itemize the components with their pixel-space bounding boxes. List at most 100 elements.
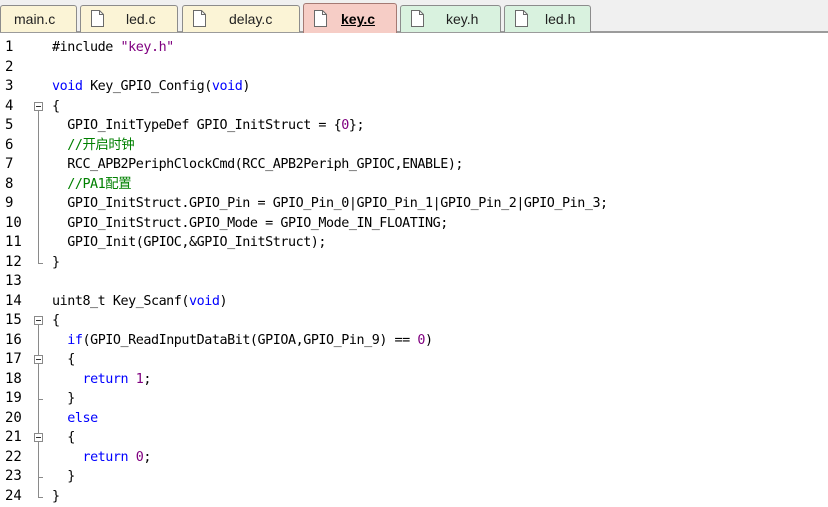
code-token: GPIO_Init(GPIOC,&GPIO_InitStruct); bbox=[52, 235, 327, 250]
tab-main-c[interactable]: main.c bbox=[0, 5, 77, 32]
line-number: 9 bbox=[5, 195, 14, 211]
fold-guide-line bbox=[38, 364, 39, 399]
code-line: //开启时钟 bbox=[52, 136, 134, 156]
line-number: 20 bbox=[5, 409, 22, 426]
code-token: RCC_APB2PeriphClockCmd(RCC_APB2Periph_GP… bbox=[52, 157, 464, 172]
code-line: } bbox=[52, 389, 75, 409]
keyword-token: void bbox=[189, 293, 220, 309]
fold-toggle-icon[interactable] bbox=[34, 355, 43, 364]
code-line: } bbox=[52, 467, 75, 487]
code-token: { bbox=[52, 430, 75, 445]
number-token: 0 bbox=[341, 118, 349, 133]
tab-label: main.c bbox=[14, 11, 56, 27]
keyword-token: return bbox=[82, 371, 129, 387]
keyword-token: void bbox=[211, 79, 243, 94]
code-token: ) bbox=[425, 332, 433, 348]
file-icon bbox=[314, 10, 327, 27]
line-number: 11 bbox=[5, 234, 22, 250]
tab-key-h[interactable]: key.h bbox=[400, 5, 501, 32]
line-number: 19 bbox=[5, 390, 22, 406]
line-number: 8 bbox=[5, 175, 14, 192]
code-token: } bbox=[52, 254, 60, 270]
code-line: GPIO_InitStruct.GPIO_Mode = GPIO_Mode_IN… bbox=[52, 214, 448, 234]
tab-label: led.c bbox=[126, 11, 156, 27]
file-icon bbox=[193, 10, 206, 27]
line-number-gutter: 1 2 3 4 5 6 7 8 9 10 11 12 13 14 15 16 17 18 19 20 21 22 23 24 bbox=[0, 38, 30, 507]
code-text-area[interactable]: #include "key.h" void Key_GPIO_Config(voi… bbox=[30, 38, 828, 507]
code-line: RCC_APB2PeriphClockCmd(RCC_APB2Periph_GP… bbox=[52, 155, 463, 175]
tab-delay-c[interactable]: delay.c bbox=[182, 5, 300, 32]
fold-end-tick bbox=[38, 496, 43, 498]
line-number: 18 bbox=[5, 370, 22, 387]
line-number: 21 bbox=[5, 429, 22, 445]
comment-token: //开启时钟 bbox=[52, 137, 135, 153]
fold-end-tick bbox=[38, 399, 43, 400]
code-line: //PA1配置 bbox=[52, 175, 131, 195]
line-number: 12 bbox=[5, 253, 22, 270]
code-token: { bbox=[52, 313, 60, 328]
tab-led-h[interactable]: led.h bbox=[504, 5, 591, 32]
file-icon bbox=[411, 10, 424, 27]
tab-label: led.h bbox=[545, 11, 576, 27]
fold-end-tick bbox=[38, 477, 43, 478]
code-line: { bbox=[52, 97, 60, 117]
line-number: 15 bbox=[5, 312, 22, 328]
code-token: GPIO_InitStruct.GPIO_Mode = GPIO_Mode_IN… bbox=[52, 215, 448, 231]
code-token: { bbox=[52, 98, 60, 114]
file-tab-bar: main.c led.c delay.c key.c key.h led.h bbox=[0, 0, 828, 33]
fold-guide-line bbox=[38, 110, 39, 263]
line-number: 1 bbox=[5, 39, 14, 55]
line-number: 14 bbox=[5, 292, 22, 309]
tab-led-c[interactable]: led.c bbox=[80, 5, 178, 32]
code-token: uint8_t Key_Scanf( bbox=[52, 293, 190, 309]
line-number: 22 bbox=[5, 448, 22, 465]
code-token: } bbox=[52, 391, 75, 406]
line-number: 24 bbox=[5, 487, 22, 504]
code-editor-window: main.c led.c delay.c key.c key.h led.h 123456… bbox=[0, 0, 828, 507]
line-number: 16 bbox=[5, 331, 22, 348]
code-line: return 0; bbox=[52, 448, 151, 468]
number-token: 0 bbox=[417, 332, 426, 348]
tab-label: delay.c bbox=[229, 11, 273, 27]
keyword-token: else bbox=[67, 410, 98, 426]
code-line: { bbox=[52, 311, 60, 331]
code-line: } bbox=[52, 487, 60, 507]
string-token: "key.h" bbox=[120, 40, 175, 55]
code-line: { bbox=[52, 428, 75, 448]
line-number: 2 bbox=[5, 58, 14, 75]
code-token: GPIO_InitStruct.GPIO_Pin = GPIO_Pin_0|GP… bbox=[52, 196, 608, 211]
code-token: }; bbox=[348, 118, 365, 133]
line-number: 17 bbox=[5, 351, 22, 367]
code-line: void Key_GPIO_Config(void) bbox=[52, 77, 250, 97]
line-number: 10 bbox=[5, 214, 22, 231]
tab-label: key.h bbox=[446, 11, 479, 27]
code-line: if(GPIO_ReadInputDataBit(GPIOA,GPIO_Pin_… bbox=[52, 331, 433, 351]
code-token: } bbox=[52, 488, 60, 504]
fold-toggle-icon[interactable] bbox=[34, 433, 43, 442]
file-icon bbox=[515, 10, 528, 27]
tab-key-c[interactable]: key.c bbox=[303, 3, 397, 33]
line-number: 23 bbox=[5, 468, 22, 484]
line-number: 13 bbox=[5, 273, 22, 289]
line-number: 4 bbox=[5, 97, 14, 114]
code-line: #include "key.h" bbox=[52, 38, 174, 58]
file-icon bbox=[91, 10, 104, 27]
tab-label: key.c bbox=[341, 11, 375, 27]
comment-token: //PA1配置 bbox=[52, 176, 132, 192]
code-line: } bbox=[52, 253, 60, 273]
fold-toggle-icon[interactable] bbox=[34, 101, 43, 111]
line-number: 3 bbox=[5, 78, 14, 94]
fold-toggle-icon[interactable] bbox=[34, 316, 43, 325]
code-token: { bbox=[52, 352, 75, 367]
code-line: else bbox=[52, 409, 98, 429]
code-line: uint8_t Key_Scanf(void) bbox=[52, 292, 228, 312]
code-token: ; bbox=[143, 449, 151, 465]
code-token: ) bbox=[219, 293, 228, 309]
code-token: ) bbox=[242, 79, 250, 94]
